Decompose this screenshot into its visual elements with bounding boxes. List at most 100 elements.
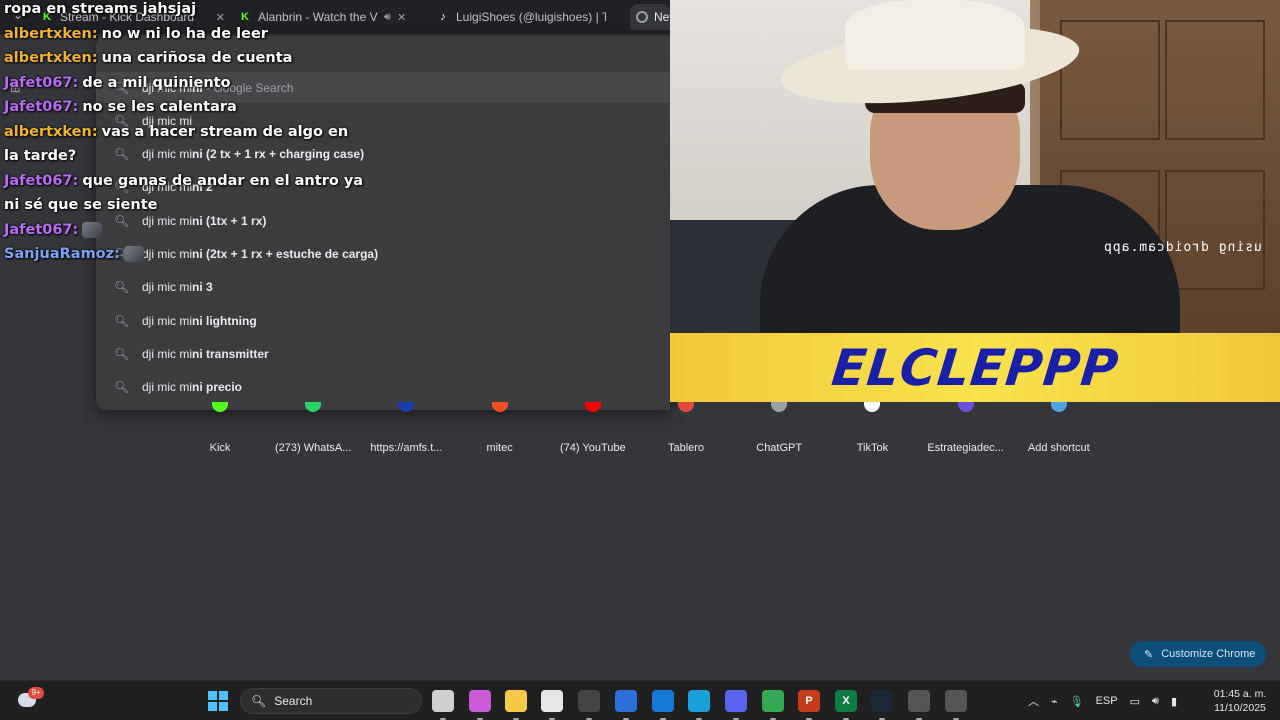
shortcut-tile[interactable]: (273) WhatsA... [268,402,358,454]
outlook-icon[interactable] [652,690,674,720]
app-glyph: X [842,695,850,707]
clock[interactable]: 01:45 a. m. 11/10/2025 [1205,687,1275,715]
taskbar-search-label: Search [274,694,313,708]
chat-text: una cariñosa de cuenta [101,50,293,66]
shortcut-icon [759,402,799,418]
shortcut-icon [946,402,986,418]
shortcut-label: Kick [209,442,231,454]
suggestion-prefix: dji mic mi [142,346,192,361]
chat-text: ropa en streams jahsjaj [4,1,197,17]
customize-chrome-button[interactable]: ✎ Customize Chrome [1130,641,1266,667]
copilot-icon[interactable] [469,690,491,720]
shortcut-label: (273) WhatsA... [274,442,352,454]
shortcuts-row: Kick (273) WhatsA... https://amfs.t... mite… [175,402,1105,462]
chat-text: no se les calentara [82,99,237,115]
battery-icon[interactable]: ▮ [1171,695,1177,708]
microphone-icon[interactable]: 🎙︎ [1070,695,1084,708]
streamer-name-banner: ELCLEPPP [670,333,1280,402]
suggestion-completion: ni 3 [192,279,213,294]
wifi-icon[interactable]: ▭ [1130,695,1140,708]
suggestion-completion: ni lightning [192,313,257,328]
shortcut-icon [200,402,240,418]
clock-date: 11/10/2025 [1214,702,1266,714]
tab-label: LuigiShoes (@luigishoes) | TikTo [456,10,606,24]
suggestion-text: dji mic mini transmitter [142,347,269,361]
notification-badge: 9+ [28,687,44,699]
shortcut-icon [293,402,333,418]
chat-message: Jafet067: [4,218,364,243]
weather-widget[interactable]: 9+ [16,687,44,713]
shortcut-tile[interactable]: Add shortcut [1014,402,1104,454]
chevron-up-icon[interactable]: ︿ [1028,693,1039,709]
obs-icon[interactable] [578,690,600,720]
start-button[interactable] [208,691,228,711]
chat-message: albertxken: una cariñosa de cuenta [4,46,364,71]
suggestion-prefix: dji mic mi [142,279,192,294]
shortcut-icon [573,402,613,418]
system-tray: ︿ ⌁ 🎙︎ ESP ▭ 🔊︎ ▮ [1028,681,1177,720]
shortcut-icon [666,402,706,418]
chat-username: albertxken: [4,50,98,66]
file-explorer-icon[interactable] [505,690,527,720]
chat-message: albertxken: vas a hacer stream de algo en… [4,120,364,169]
suggestion-item[interactable]: 🔍︎ dji mic mini lightning [96,304,670,337]
shortcut-icon [386,402,426,418]
shortcut-tile[interactable]: https://amfs.t... [361,402,451,454]
search-icon: 🔍︎ [114,379,130,394]
shortcut-label: mitec [486,442,513,454]
shortcut-icon [1039,402,1079,418]
shortcut-label: TikTok [856,442,889,454]
suggestion-item[interactable]: 🔍︎ dji mic mini 3 [96,270,670,303]
davinci-icon[interactable] [908,690,930,720]
chat-username: Jafet067: [4,221,79,238]
suggestion-item[interactable]: 🔍︎ dji mic mini precio [96,370,670,403]
powerpoint-icon[interactable]: P [798,690,820,720]
tab-new-tab[interactable]: New [630,4,670,30]
chat-message: albertxken: no w ni lo ha de leer [4,22,364,47]
shortcut-tile[interactable]: Tablero [641,402,731,454]
shortcut-tile[interactable]: Estrategiadec... [921,402,1011,454]
shortcut-tile[interactable]: TikTok [827,402,917,454]
shortcut-label: Add shortcut [1027,442,1090,454]
suggestion-item[interactable]: 🔍︎ dji mic mini transmitter [96,337,670,370]
speaker-icon[interactable]: 🔊︎ [384,11,391,24]
shortcut-tile[interactable]: Kick [175,402,265,454]
discord-icon[interactable] [725,690,747,720]
chat-username: Jafet067: [4,172,79,189]
chat-username: Jafet067: [4,74,79,91]
pencil-icon: ✎ [1144,648,1154,661]
taskbar-search[interactable]: 🔍︎ Search [240,688,422,714]
emote-icon [123,246,144,262]
steam-icon[interactable] [871,690,893,720]
suggestion-text: dji mic mini lightning [142,314,257,328]
tab-label: New [654,10,670,24]
tab-luigishoes-tiktok[interactable]: ♪ LuigiShoes (@luigishoes) | TikTo [436,4,616,30]
stream-webcam-overlay: using droidcam.app ELCLEPPP [670,0,1280,402]
emote-icon [82,221,103,238]
shortcut-label: ChatGPT [756,442,803,454]
network-icon[interactable]: ⌁ [1051,695,1058,708]
windows-taskbar: 9+ 🔍︎ Search P X ︿ ⌁ 🎙︎ ESP ▭ 🔊︎ ▮ 01:45 … [0,680,1280,720]
search-icon: 🔍︎ [114,313,130,328]
shortcut-tile[interactable]: mitec [455,402,545,454]
maps-icon[interactable] [945,690,967,720]
close-icon[interactable]: ✕ [397,11,406,24]
volume-icon[interactable]: 🔊︎ [1152,695,1159,708]
chat-message: Jafet067: no se les calentara [4,95,364,120]
excel-icon[interactable]: X [835,690,857,720]
shortcut-tile[interactable]: (74) YouTube [548,402,638,454]
clock-time: 01:45 a. m. [1213,688,1267,700]
chrome-icon[interactable] [762,690,784,720]
shortcut-label: (74) YouTube [559,442,626,454]
microsoft-store-icon[interactable] [541,690,563,720]
chrome-icon [636,11,648,23]
suggestion-text: dji mic mini 3 [142,280,213,294]
chat-message: SanjuaRamoz: [4,242,364,267]
edge-icon[interactable] [688,690,710,720]
suggestion-prefix: dji mic mi [142,379,192,394]
shortcut-tile[interactable]: ChatGPT [734,402,824,454]
language-indicator[interactable]: ESP [1096,695,1118,707]
customize-chrome-label: Customize Chrome [1161,648,1256,660]
affinity-icon[interactable] [615,690,637,720]
task-view-icon[interactable] [432,690,454,720]
